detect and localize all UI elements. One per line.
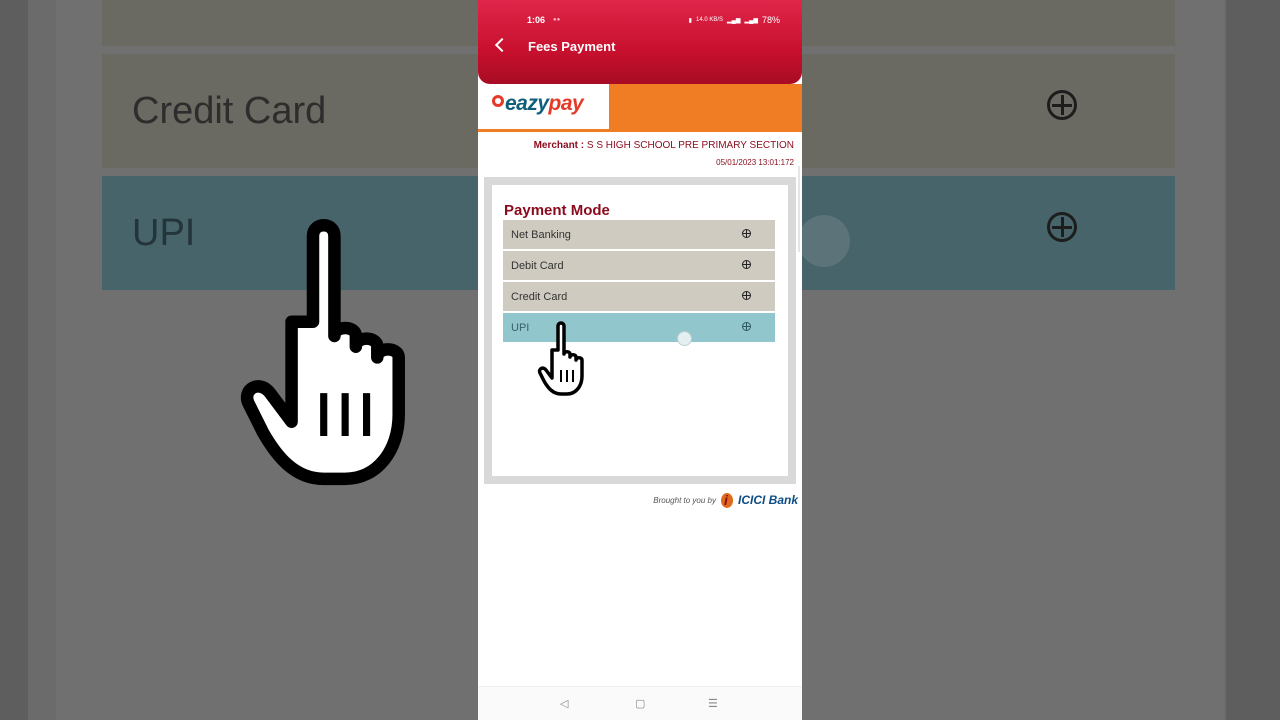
system-nav-bar: ◁ ▢ ☰ — [478, 686, 802, 720]
vibrate-icon: ▮ — [688, 17, 692, 24]
bank-attribution: Brought to you by ICICI Bank — [653, 491, 798, 509]
background-edge-right — [1226, 0, 1280, 720]
background-row-label: UPI — [132, 212, 196, 254]
logo-wordmark: eazypay — [505, 92, 584, 115]
chevron-left-icon[interactable] — [494, 36, 506, 54]
background-tap-indicator — [798, 215, 850, 267]
payment-mode-title: Payment Mode — [504, 202, 610, 219]
nav-home-icon[interactable]: ▢ — [635, 697, 645, 710]
icici-logo-icon — [720, 491, 734, 509]
location-pin-icon — [492, 95, 504, 107]
expand-plus-icon — [1047, 90, 1077, 120]
payment-option-label: Debit Card — [511, 260, 564, 272]
touch-indicator — [677, 331, 692, 346]
page-title: Fees Payment — [528, 39, 616, 54]
payment-option-debit-card[interactable]: Debit Card — [503, 251, 775, 280]
payment-option-label: Credit Card — [511, 291, 568, 303]
background-row-label: Debit Card — [132, 0, 314, 9]
eazypay-logo: eazypay — [478, 84, 609, 129]
background-edge-left — [0, 0, 28, 720]
merchant-label: Merchant : — [533, 140, 585, 151]
merchant-name: S S HIGH SCHOOL PRE PRIMARY SECTION — [586, 140, 794, 151]
scrollbar[interactable] — [798, 166, 800, 252]
nav-back-icon[interactable]: ◁ — [560, 697, 568, 710]
expand-plus-icon[interactable] — [742, 260, 751, 269]
screen-record-icon: ●● — [553, 17, 561, 23]
app-bar: 1:06 ●● ▮ 14.0 KB/S ▂▄▆ ▂▄▆ 78% Fees Pay… — [478, 0, 802, 84]
status-time: 1:06 — [527, 15, 546, 25]
nav-recents-icon[interactable]: ☰ — [708, 697, 718, 710]
bank-name: ICICI Bank — [737, 493, 798, 507]
battery-level: 78% — [761, 15, 780, 25]
payment-option-credit-card[interactable]: Credit Card — [503, 282, 775, 311]
status-bar: 1:06 ●● ▮ 14.0 KB/S ▂▄▆ ▂▄▆ 78% — [527, 15, 780, 27]
signal-icon: ▂▄▆ — [727, 17, 741, 24]
brought-by-label: Brought to you by — [653, 495, 716, 505]
signal-icon-2: ▂▄▆ — [744, 17, 758, 24]
pointing-hand-icon — [240, 219, 405, 486]
expand-plus-icon[interactable] — [742, 322, 751, 331]
payment-option-label: UPI — [511, 322, 530, 334]
expand-plus-icon — [1047, 212, 1077, 242]
pointing-hand-icon — [537, 321, 584, 396]
brand-banner: eazypay — [478, 84, 802, 132]
transaction-timestamp: 05/01/2023 13:01:172 — [716, 158, 794, 167]
phone-screen: 1:06 ●● ▮ 14.0 KB/S ▂▄▆ ▂▄▆ 78% Fees Pay… — [478, 0, 802, 720]
expand-plus-icon[interactable] — [742, 291, 751, 300]
payment-option-net-banking[interactable]: Net Banking — [503, 220, 775, 249]
expand-plus-icon[interactable] — [742, 229, 751, 238]
status-indicators: ▮ 14.0 KB/S ▂▄▆ ▂▄▆ 78% — [689, 15, 780, 25]
payment-option-label: Net Banking — [511, 229, 571, 241]
payment-mode-frame: Payment Mode Net Banking Debit Card Cred… — [484, 177, 796, 484]
merchant-info: Merchant : S S HIGH SCHOOL PRE PRIMARY S… — [534, 140, 794, 151]
network-speed: 14.0 KB/S — [695, 17, 724, 23]
background-row-label: Credit Card — [132, 90, 327, 132]
